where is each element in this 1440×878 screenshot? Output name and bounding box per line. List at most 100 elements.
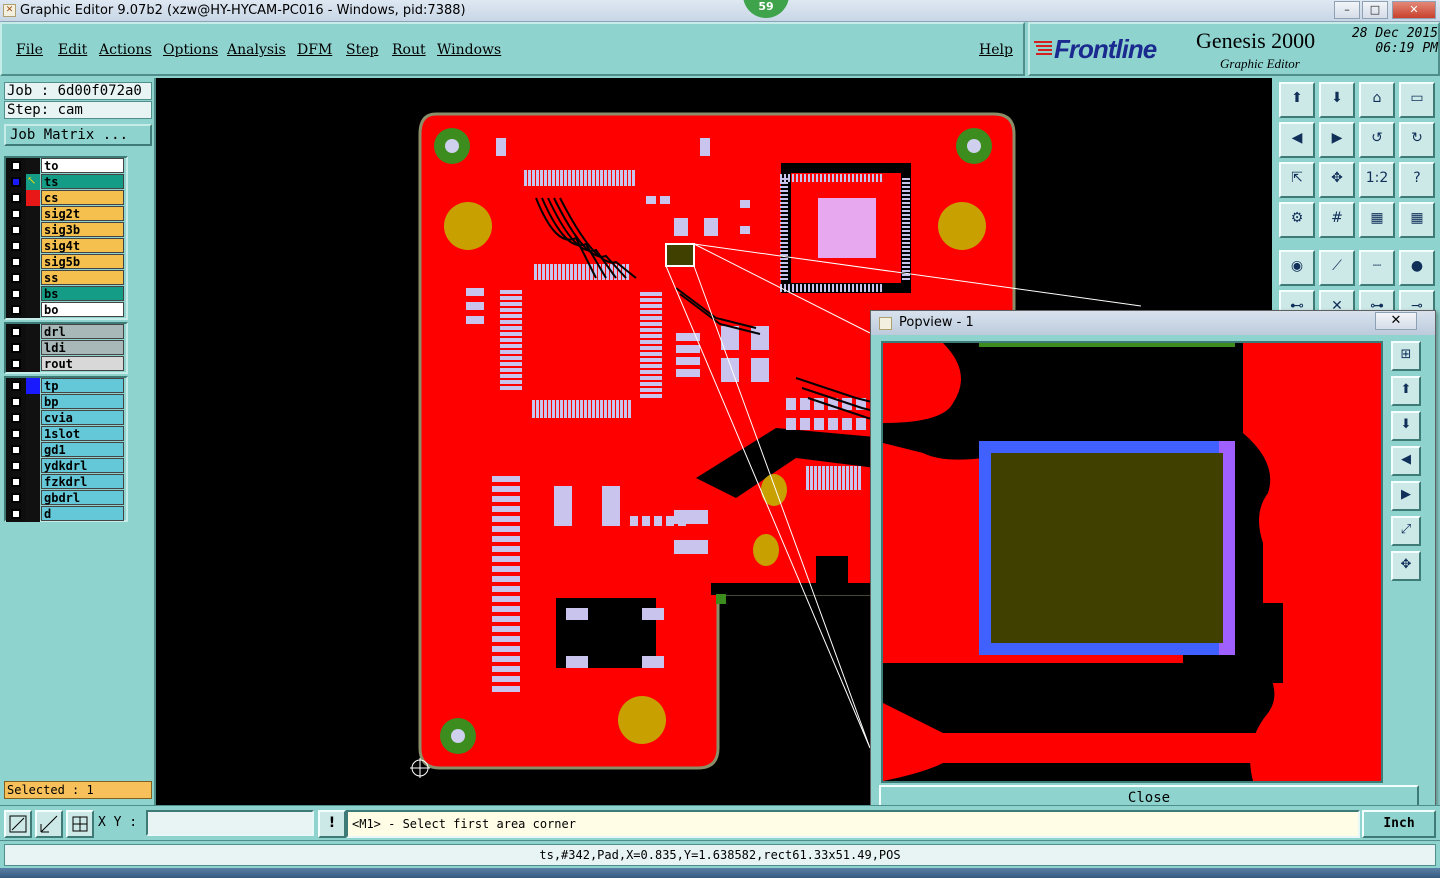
layer-row-bp[interactable]: bp — [6, 394, 126, 410]
zoom-home-button[interactable]: ⬆ — [1279, 82, 1315, 118]
layer-checkbox[interactable] — [11, 305, 21, 315]
menu-rout[interactable]: Rout — [392, 42, 426, 58]
layer-name[interactable]: bp — [41, 394, 124, 409]
pv-zoom-button[interactable]: ⊞ — [1391, 341, 1421, 371]
layer-checkbox[interactable] — [11, 429, 21, 439]
layer-row-cvia[interactable]: cvia — [6, 410, 126, 426]
layer-row-rout[interactable]: rout — [6, 356, 126, 372]
layer-row-ts[interactable]: ↖ ts — [6, 174, 126, 190]
layer-checkbox[interactable] — [11, 461, 21, 471]
layers-toggle-button[interactable]: ▦ — [1359, 202, 1395, 238]
layer-checkbox[interactable] — [11, 257, 21, 267]
layer-name[interactable]: sig4t — [41, 238, 124, 253]
minimize-button[interactable]: – — [1334, 1, 1360, 19]
units-button[interactable]: Inch — [1362, 810, 1436, 838]
layer-row-cs[interactable]: cs — [6, 190, 126, 206]
layer-row-fzkdrl[interactable]: fzkdrl — [6, 474, 126, 490]
maximize-button[interactable]: □ — [1362, 1, 1388, 19]
xy-input[interactable] — [146, 810, 314, 836]
menu-help[interactable]: Help — [979, 42, 1013, 58]
menu-step[interactable]: Step — [346, 42, 378, 58]
pan-right-button[interactable]: ▶ — [1319, 122, 1355, 158]
layer-row-sig2t[interactable]: sig2t — [6, 206, 126, 222]
feature-select-button[interactable]: ◉ — [1279, 250, 1315, 286]
layer-checkbox[interactable] — [11, 381, 21, 391]
measure-button[interactable] — [35, 810, 63, 838]
window-split-button[interactable]: ▭ — [1399, 82, 1435, 118]
menu-analysis[interactable]: Analysis — [227, 42, 286, 58]
layer-row-ldi[interactable]: ldi — [6, 340, 126, 356]
redo-view-button[interactable]: ↻ — [1399, 122, 1435, 158]
layer-checkbox[interactable] — [11, 273, 21, 283]
menu-options[interactable]: Options — [163, 42, 218, 58]
pv-right-button[interactable]: ▶ — [1391, 481, 1421, 511]
layer-checkbox[interactable] — [11, 413, 21, 423]
popview-titlebar[interactable]: Popview - 1 ✕ — [871, 311, 1435, 335]
layer-row-1slot[interactable]: 1slot — [6, 426, 126, 442]
layer-checkbox[interactable] — [11, 327, 21, 337]
layer-name[interactable]: fzkdrl — [41, 474, 124, 489]
layer-name[interactable]: gbdrl — [41, 490, 124, 505]
popview-canvas[interactable] — [881, 341, 1383, 783]
layer-name[interactable]: cs — [41, 190, 124, 205]
menu-dfm[interactable]: DFM — [297, 42, 332, 58]
help-button[interactable]: ? — [1399, 162, 1435, 198]
layer-row-ydkdrl[interactable]: ydkdrl — [6, 458, 126, 474]
layer-row-bs[interactable]: bs — [6, 286, 126, 302]
measure-tool-button[interactable]: ⟋ — [1319, 250, 1355, 286]
layer-name[interactable]: tp — [41, 378, 124, 393]
layer-checkbox[interactable] — [11, 177, 21, 187]
menu-actions[interactable]: Actions — [99, 42, 152, 58]
fit-selected-button[interactable]: ✥ — [1319, 162, 1355, 198]
layer-name[interactable]: 1slot — [41, 426, 124, 441]
layer-checkbox[interactable] — [11, 161, 21, 171]
layer-name[interactable]: cvia — [41, 410, 124, 425]
layer-row-ss[interactable]: ss — [6, 270, 126, 286]
fit-all-button[interactable]: ⇱ — [1279, 162, 1315, 198]
layer-row-gbdrl[interactable]: gbdrl — [6, 490, 126, 506]
layer-checkbox[interactable] — [11, 289, 21, 299]
layer-row-sig5b[interactable]: sig5b — [6, 254, 126, 270]
job-matrix-button[interactable]: Job Matrix ... — [4, 124, 152, 146]
layer-checkbox[interactable] — [11, 445, 21, 455]
layer-checkbox[interactable] — [11, 225, 21, 235]
highlighted-pad[interactable] — [665, 243, 695, 267]
one-to-one-button[interactable]: 1:2 — [1359, 162, 1395, 198]
pv-down-button[interactable]: ⬇ — [1391, 411, 1421, 441]
layer-name[interactable]: ldi — [41, 340, 124, 355]
layer-name[interactable]: sig3b — [41, 222, 124, 237]
popview-close-x-button[interactable]: ✕ — [1375, 312, 1417, 330]
layer-checkbox[interactable] — [11, 209, 21, 219]
zoom-area-button[interactable] — [4, 810, 32, 838]
home-button[interactable]: ⌂ — [1359, 82, 1395, 118]
layer-name[interactable]: bs — [41, 286, 124, 301]
layer-checkbox[interactable] — [11, 241, 21, 251]
layer-row-sig3b[interactable]: sig3b — [6, 222, 126, 238]
pad-button[interactable]: ● — [1399, 250, 1435, 286]
layer-name[interactable]: sig2t — [41, 206, 124, 221]
close-window-button[interactable]: ✕ — [1392, 1, 1436, 19]
layer-name[interactable]: bo — [41, 302, 124, 317]
pan-left-button[interactable]: ◀ — [1279, 122, 1315, 158]
pv-left-button[interactable]: ◀ — [1391, 446, 1421, 476]
notification-badge[interactable]: 59 — [743, 0, 789, 18]
grid-button[interactable]: # — [1319, 202, 1355, 238]
menu-file[interactable]: File — [16, 42, 43, 58]
layer-name[interactable]: to — [41, 158, 124, 173]
layer-name[interactable]: ts — [41, 174, 124, 189]
zoom-out-button[interactable]: ⬇ — [1319, 82, 1355, 118]
layer-row-d[interactable]: d — [6, 506, 126, 522]
layer-name[interactable]: rout — [41, 356, 124, 371]
layer-name[interactable]: drl — [41, 324, 124, 339]
pv-fit-button[interactable]: ⤢ — [1391, 516, 1421, 546]
layer-row-sig4t[interactable]: sig4t — [6, 238, 126, 254]
menu-windows[interactable]: Windows — [437, 42, 501, 58]
layer-checkbox[interactable] — [11, 343, 21, 353]
ruler-button[interactable]: ┈ — [1359, 250, 1395, 286]
layer-checkbox[interactable] — [11, 193, 21, 203]
layer-checkbox[interactable] — [11, 493, 21, 503]
layer-row-bo[interactable]: bo — [6, 302, 126, 318]
alert-button[interactable]: ! — [318, 810, 346, 838]
grid-snap-button[interactable] — [66, 810, 94, 838]
undo-view-button[interactable]: ↺ — [1359, 122, 1395, 158]
